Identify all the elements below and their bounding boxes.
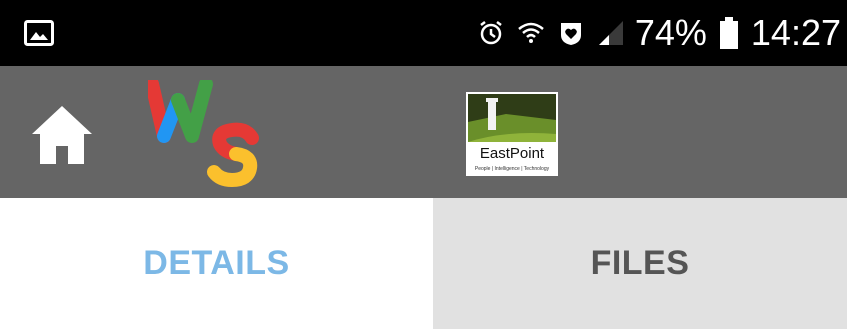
clock: 14:27: [750, 12, 841, 53]
tab-bar: DETAILS FILES: [0, 198, 847, 329]
home-icon[interactable]: [30, 104, 94, 166]
app-bar: EastPoint People | Intelligence | Techno…: [0, 66, 847, 198]
tab-details[interactable]: DETAILS: [0, 198, 433, 329]
battery-percent: 74%: [634, 12, 707, 53]
status-icons: 74% 14:27: [477, 0, 841, 66]
eastpoint-logo: EastPoint People | Intelligence | Techno…: [466, 92, 558, 176]
alarm-icon: [480, 21, 502, 45]
tab-details-label: DETAILS: [143, 244, 290, 282]
tab-files-label: FILES: [590, 244, 690, 282]
image-notification-icon: [24, 20, 54, 46]
heart-shield-icon: [560, 23, 581, 45]
cellular-signal-icon: [598, 21, 623, 45]
tab-files[interactable]: FILES: [433, 198, 847, 329]
status-bar: 74% 14:27: [0, 0, 847, 66]
eastpoint-logo-text: EastPoint: [480, 145, 545, 162]
wifi-icon: [518, 22, 544, 43]
eastpoint-tagline: People | Intelligence | Technology: [475, 166, 550, 172]
battery-icon: [719, 17, 738, 49]
ws-logo: [148, 80, 259, 188]
